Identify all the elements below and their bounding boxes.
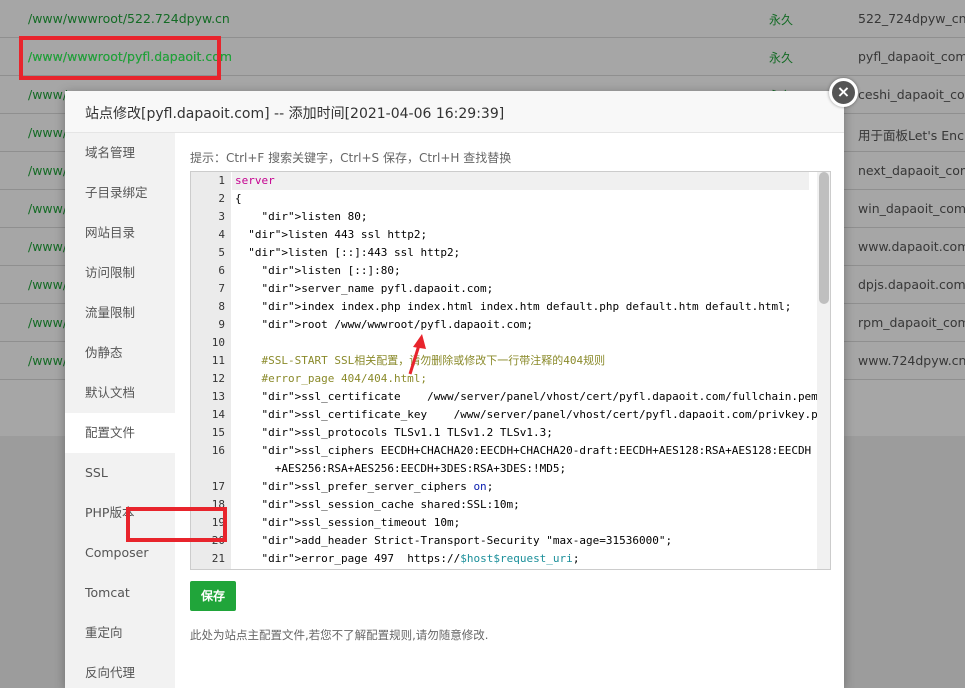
code-text: "dir">ssl_prefer_server_ciphers on; [261,480,494,493]
shortcut-tip: 提示：Ctrl+F 搜索关键字，Ctrl+S 保存，Ctrl+H 查找替换 [190,151,512,165]
config-panel: 提示：Ctrl+F 搜索关键字，Ctrl+S 保存，Ctrl+H 查找替换 1s… [175,133,844,688]
site-edit-modal: 站点修改[pyfl.dapaoit.com] -- 添加时间[2021-04-0… [65,91,844,688]
code-line: +AES256:RSA+AES256:EECDH+3DES:RSA+3DES:!… [191,460,830,478]
editor-scrollbar-thumb[interactable] [819,172,829,304]
code-line: 2{ [191,190,830,208]
line-number: 4 [218,228,225,241]
sidebar-item[interactable]: 配置文件 [65,413,175,453]
config-warning-note: 此处为站点主配置文件,若您不了解配置规则,请勿随意修改. [190,628,489,642]
line-number: 16 [211,444,225,457]
code-text: "dir">root /www/wwwroot/pyfl.dapaoit.com… [261,318,534,331]
line-number: 6 [218,264,225,277]
code-line: 3 "dir">listen 80; [191,208,830,226]
sidebar-item[interactable]: SSL [65,453,175,493]
code-line: 13 "dir">ssl_certificate /www/server/pan… [191,388,830,406]
code-line: 17 "dir">ssl_prefer_server_ciphers on; [191,478,830,496]
code-line: 18 "dir">ssl_session_cache shared:SSL:10… [191,496,830,514]
code-text: "dir">ssl_certificate /www/server/panel/… [261,390,825,403]
close-icon[interactable]: × [829,78,858,107]
code-text: "dir">ssl_ciphers EECDH+CHACHA20:EECDH+C… [261,444,812,457]
line-number: 9 [218,318,225,331]
annotation-box-config-file [126,507,227,542]
code-line: 5 "dir">listen [::]:443 ssl http2; [191,244,830,262]
code-line: 10 [191,334,830,352]
line-number: 14 [211,408,225,421]
code-line: 6 "dir">listen [::]:80; [191,262,830,280]
code-text: "dir">ssl_session_cache shared:SSL:10m; [261,498,520,511]
line-number: 15 [211,426,225,439]
annotation-box-site-path-front [19,36,221,80]
modal-title: 站点修改[pyfl.dapaoit.com] -- 添加时间[2021-04-0… [65,91,844,133]
code-line: 16 "dir">ssl_ciphers EECDH+CHACHA20:EECD… [191,442,830,460]
line-number: 1 [218,174,225,187]
sidebar-item[interactable]: 反向代理 [65,653,175,688]
code-text: "dir">error_page 497 https://$host$reque… [261,552,580,565]
sidebar-item[interactable]: 默认文档 [65,373,175,413]
sidebar-item[interactable]: 域名管理 [65,133,175,173]
code-text: "dir">listen 80; [261,210,368,223]
sidebar-item[interactable]: 流量限制 [65,293,175,333]
sidebar-item[interactable]: 重定向 [65,613,175,653]
code-text: { [235,192,242,205]
sidebar-item[interactable]: Tomcat [65,573,175,613]
sidebar-item[interactable]: 伪静态 [65,333,175,373]
config-editor[interactable]: 1 server 2{3 "dir">listen 80; 4 "dir">liste… [190,171,831,570]
line-number: 3 [218,210,225,223]
line-number: 13 [211,390,225,403]
line-number: 17 [211,480,225,493]
code-text: "dir">ssl_certificate_key /www/server/pa… [261,408,831,421]
code-text: #error_page 404/404.html; [235,372,428,385]
line-number: 11 [211,354,225,367]
code-line: 15 "dir">ssl_protocols TLSv1.1 TLSv1.2 T… [191,424,830,442]
code-text: server [235,174,275,187]
code-line: 9 "dir">root /www/wwwroot/pyfl.dapaoit.c… [191,316,830,334]
code-line: 11 #SSL-START SSL相关配置，请勿删除或修改下一行带注释的404规… [191,352,830,370]
code-text: "dir">ssl_session_timeout 10m; [261,516,461,529]
code-text: "dir">index index.php index.html index.h… [261,300,792,313]
line-number: 10 [211,336,225,349]
annotation-arrow-icon [408,334,426,375]
code-text: "dir">server_name pyfl.dapaoit.com; [261,282,494,295]
line-number: 7 [218,282,225,295]
code-text: "dir">listen 443 ssl http2; [248,228,428,241]
code-line: 8 "dir">index index.php index.html index… [191,298,830,316]
line-number: 8 [218,300,225,313]
code-text: "dir">add_header Strict-Transport-Securi… [261,534,673,547]
sidebar-item[interactable]: 子目录绑定 [65,173,175,213]
line-number: 21 [211,552,225,565]
sidebar-item[interactable]: 访问限制 [65,253,175,293]
modal-sidebar: 域名管理 子目录绑定 网站目录 访问限制 流量限制 伪静态 默认文档 配置文件 SSL PHP版本… [65,133,175,688]
code-line: 1 server [218,172,809,190]
code-line: 12 #error_page 404/404.html; [191,370,830,388]
code-text: +AES256:RSA+AES256:EECDH+3DES:RSA+3DES:!… [235,462,567,475]
code-text: "dir">listen [::]:443 ssl http2; [248,246,461,259]
line-number: 12 [211,372,225,385]
line-number: 2 [218,192,225,205]
code-line: 4 "dir">listen 443 ssl http2; [191,226,830,244]
save-button[interactable]: 保存 [190,581,236,611]
sidebar-item[interactable]: 网站目录 [65,213,175,253]
line-number: 5 [218,246,225,259]
code-line: 14 "dir">ssl_certificate_key /www/server… [191,406,831,424]
code-text: "dir">listen [::]:80; [261,264,401,277]
code-line: 20 "dir">add_header Strict-Transport-Sec… [191,532,830,550]
code-line: 21 "dir">error_page 497 https://$host$re… [191,550,830,568]
code-line: 7 "dir">server_name pyfl.dapaoit.com; [191,280,830,298]
code-text: "dir">ssl_protocols TLSv1.1 TLSv1.2 TLSv… [261,426,553,439]
code-line: 19 "dir">ssl_session_timeout 10m; [191,514,830,532]
